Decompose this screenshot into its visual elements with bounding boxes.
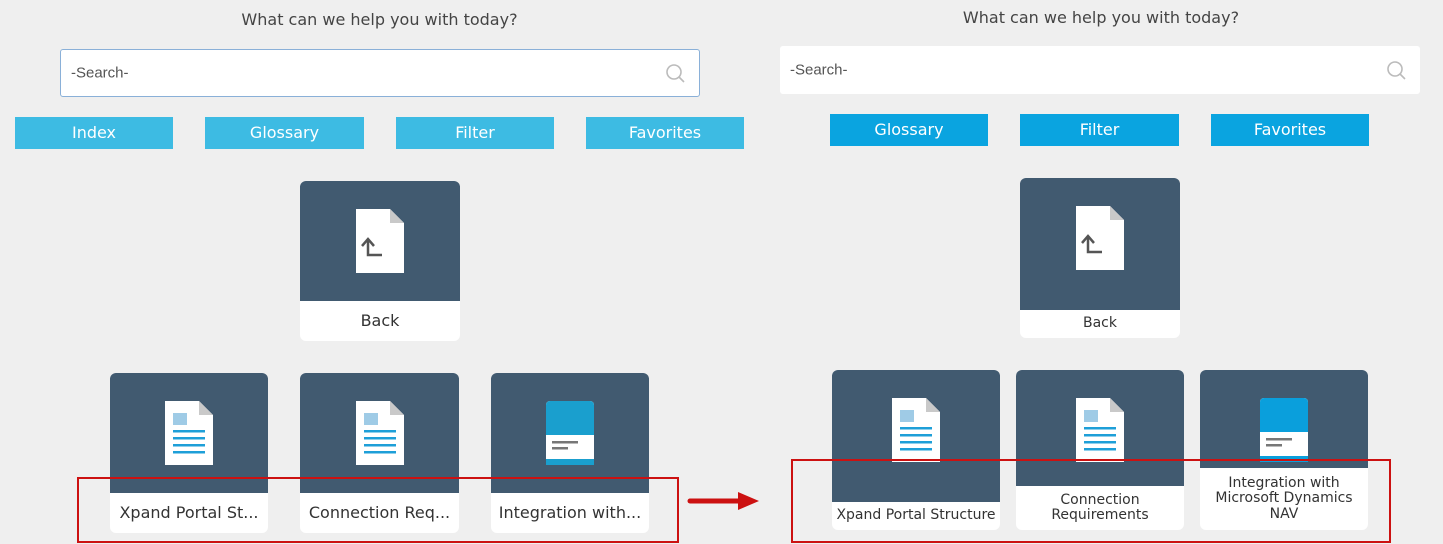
highlight-box-right: [791, 459, 1391, 543]
help-heading: What can we help you with today?: [241, 10, 518, 29]
back-document-icon: [1076, 206, 1124, 270]
search-input[interactable]: -Search-: [780, 46, 1420, 94]
index-button[interactable]: Index: [15, 117, 173, 149]
favorites-button[interactable]: Favorites: [586, 117, 744, 149]
right-arrow-icon: [687, 492, 759, 510]
back-label: Back: [1083, 315, 1117, 332]
favorites-button[interactable]: Favorites: [1211, 114, 1369, 146]
back-tile[interactable]: Back: [300, 181, 460, 341]
book-icon: [1260, 398, 1308, 462]
document-icon: [892, 398, 940, 462]
old-layout-panel: What can we help you with today? -Search…: [0, 0, 759, 544]
back-label: Back: [360, 311, 400, 331]
book-icon: [546, 401, 594, 465]
glossary-button[interactable]: Glossary: [830, 114, 988, 146]
document-icon: [1076, 398, 1124, 462]
search-icon[interactable]: [665, 63, 685, 83]
highlight-box-left: [77, 477, 679, 543]
search-placeholder: -Search-: [790, 61, 848, 79]
filter-button[interactable]: Filter: [1020, 114, 1179, 146]
glossary-button[interactable]: Glossary: [205, 117, 364, 149]
back-document-icon: [356, 209, 404, 273]
document-icon: [355, 401, 404, 465]
search-input[interactable]: -Search-: [60, 49, 700, 97]
search-icon[interactable]: [1386, 60, 1406, 80]
back-tile[interactable]: Back: [1020, 178, 1180, 338]
document-icon: [165, 401, 213, 465]
search-placeholder: -Search-: [71, 64, 129, 82]
filter-button[interactable]: Filter: [396, 117, 554, 149]
help-heading: What can we help you with today?: [962, 8, 1240, 27]
new-layout-panel: What can we help you with today? -Search…: [759, 0, 1443, 544]
